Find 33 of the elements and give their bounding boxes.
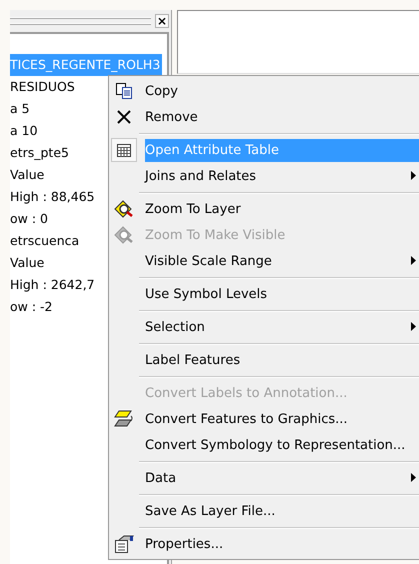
layer-item[interactable]: a 10 bbox=[10, 120, 40, 142]
panel-grip[interactable] bbox=[10, 17, 151, 25]
properties-icon bbox=[114, 535, 134, 553]
layer-item[interactable]: Value bbox=[10, 164, 46, 186]
menu-item[interactable]: Convert Symbology to Representation... bbox=[111, 432, 419, 458]
convert-icon bbox=[113, 410, 135, 428]
layer-item[interactable]: etrscuenca bbox=[10, 230, 82, 252]
layer-item[interactable]: Value bbox=[10, 252, 46, 274]
menu-item[interactable]: Visible Scale Range bbox=[111, 248, 419, 274]
layer-item[interactable]: etrs_pte5 bbox=[10, 142, 71, 164]
menu-item[interactable]: Data bbox=[111, 465, 419, 491]
layer-item[interactable]: ow : -2 bbox=[10, 296, 54, 318]
layer-item[interactable]: ow : 0 bbox=[10, 208, 50, 230]
menu-item[interactable]: Label Features bbox=[111, 347, 419, 373]
menu-item[interactable]: Convert Features to Graphics... bbox=[111, 406, 419, 432]
menu-item[interactable]: Use Symbol Levels bbox=[111, 281, 419, 307]
layer-item[interactable]: High : 88,465 bbox=[10, 186, 97, 208]
copy-icon bbox=[115, 82, 133, 100]
layer-item[interactable]: a 5 bbox=[10, 98, 32, 120]
close-button[interactable]: × bbox=[155, 14, 169, 28]
table-icon bbox=[117, 144, 131, 156]
menu-item[interactable]: Joins and Relates bbox=[111, 163, 419, 189]
layer-item[interactable]: RESIDUOS bbox=[10, 76, 77, 98]
remove-icon bbox=[117, 110, 131, 124]
zoom-icon bbox=[114, 200, 134, 218]
menu-item[interactable]: Remove bbox=[111, 104, 419, 130]
menu-item[interactable]: Zoom To Layer bbox=[111, 196, 419, 222]
menu-item[interactable]: Properties... bbox=[111, 531, 419, 557]
menu-item[interactable]: Selection bbox=[111, 314, 419, 340]
layer-item[interactable]: High : 2642,7 bbox=[10, 274, 97, 296]
zoom-icon bbox=[114, 226, 134, 244]
menu-item[interactable]: Copy bbox=[111, 78, 419, 104]
menu-item[interactable]: Save As Layer File... bbox=[111, 498, 419, 524]
